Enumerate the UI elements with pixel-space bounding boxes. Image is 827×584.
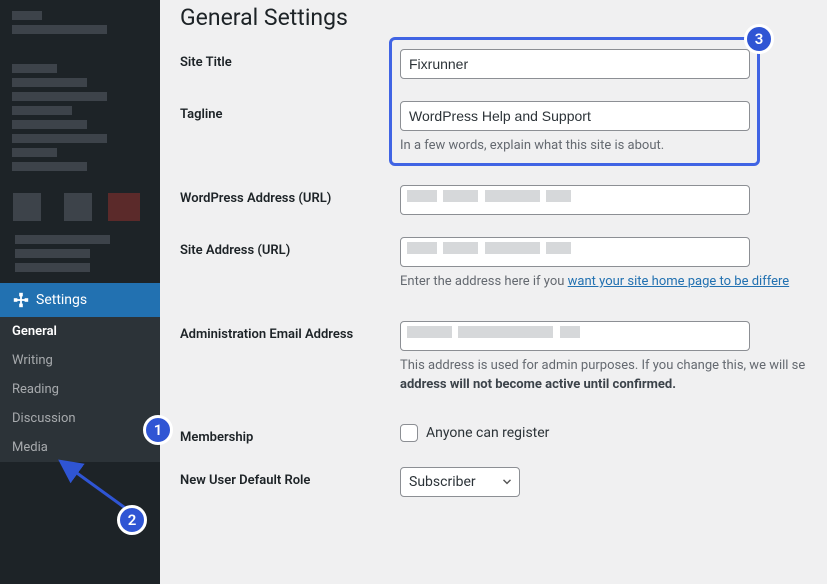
settings-label: Settings xyxy=(36,292,87,308)
redacted-item xyxy=(15,263,90,272)
site-title-label: Site Title xyxy=(180,49,400,70)
redacted-item xyxy=(15,249,90,258)
annotation-badge-2: 2 xyxy=(117,505,147,535)
main-content: General Settings Site Title Tagline In a… xyxy=(160,0,827,584)
redacted-item xyxy=(12,92,107,101)
wp-url-label: WordPress Address (URL) xyxy=(180,185,400,206)
submenu-general[interactable]: General xyxy=(0,317,160,346)
redacted-item xyxy=(12,134,107,143)
site-url-help-link[interactable]: want your site home page to be differe xyxy=(568,274,790,289)
redacted-item xyxy=(12,78,87,87)
site-url-help: Enter the address here if you want your … xyxy=(400,273,807,291)
submenu-reading[interactable]: Reading xyxy=(0,375,160,404)
redacted-item xyxy=(12,162,87,171)
redacted-item xyxy=(12,64,57,73)
default-role-label: New User Default Role xyxy=(180,467,400,488)
redacted-item xyxy=(12,11,42,20)
admin-sidebar: Settings General Writing Reading Discuss… xyxy=(0,0,160,584)
admin-email-input[interactable] xyxy=(400,321,750,351)
tagline-help: In a few words, explain what this site i… xyxy=(400,137,807,155)
submenu-discussion[interactable]: Discussion xyxy=(0,404,160,433)
tagline-input[interactable] xyxy=(400,101,750,131)
redacted-item xyxy=(12,148,57,157)
site-url-input[interactable] xyxy=(400,237,750,267)
page-title: General Settings xyxy=(180,4,807,31)
settings-submenu: General Writing Reading Discussion Media xyxy=(0,317,160,462)
redacted-item xyxy=(12,106,72,115)
admin-email-help: This address is used for admin purposes.… xyxy=(400,357,807,393)
default-role-select[interactable]: Subscriber xyxy=(400,467,520,497)
site-title-input[interactable] xyxy=(400,49,750,79)
admin-email-label: Administration Email Address xyxy=(180,321,400,342)
membership-label: Membership xyxy=(180,424,400,445)
tagline-label: Tagline xyxy=(180,101,400,122)
membership-checkbox-label: Anyone can register xyxy=(426,425,549,441)
sidebar-item-settings[interactable]: Settings xyxy=(0,283,160,317)
redacted-icon xyxy=(13,193,41,221)
redacted-item xyxy=(12,120,87,129)
redacted-item xyxy=(12,25,107,34)
site-url-label: Site Address (URL) xyxy=(180,237,400,258)
settings-icon xyxy=(12,291,30,309)
membership-checkbox[interactable] xyxy=(400,424,418,442)
redacted-item xyxy=(15,235,110,244)
wp-url-input[interactable] xyxy=(400,185,750,215)
annotation-badge-3: 3 xyxy=(744,24,774,54)
submenu-writing[interactable]: Writing xyxy=(0,346,160,375)
redacted-icon xyxy=(108,193,140,221)
annotation-badge-1: 1 xyxy=(143,415,173,445)
submenu-media[interactable]: Media xyxy=(0,433,160,462)
redacted-icon xyxy=(64,193,92,221)
